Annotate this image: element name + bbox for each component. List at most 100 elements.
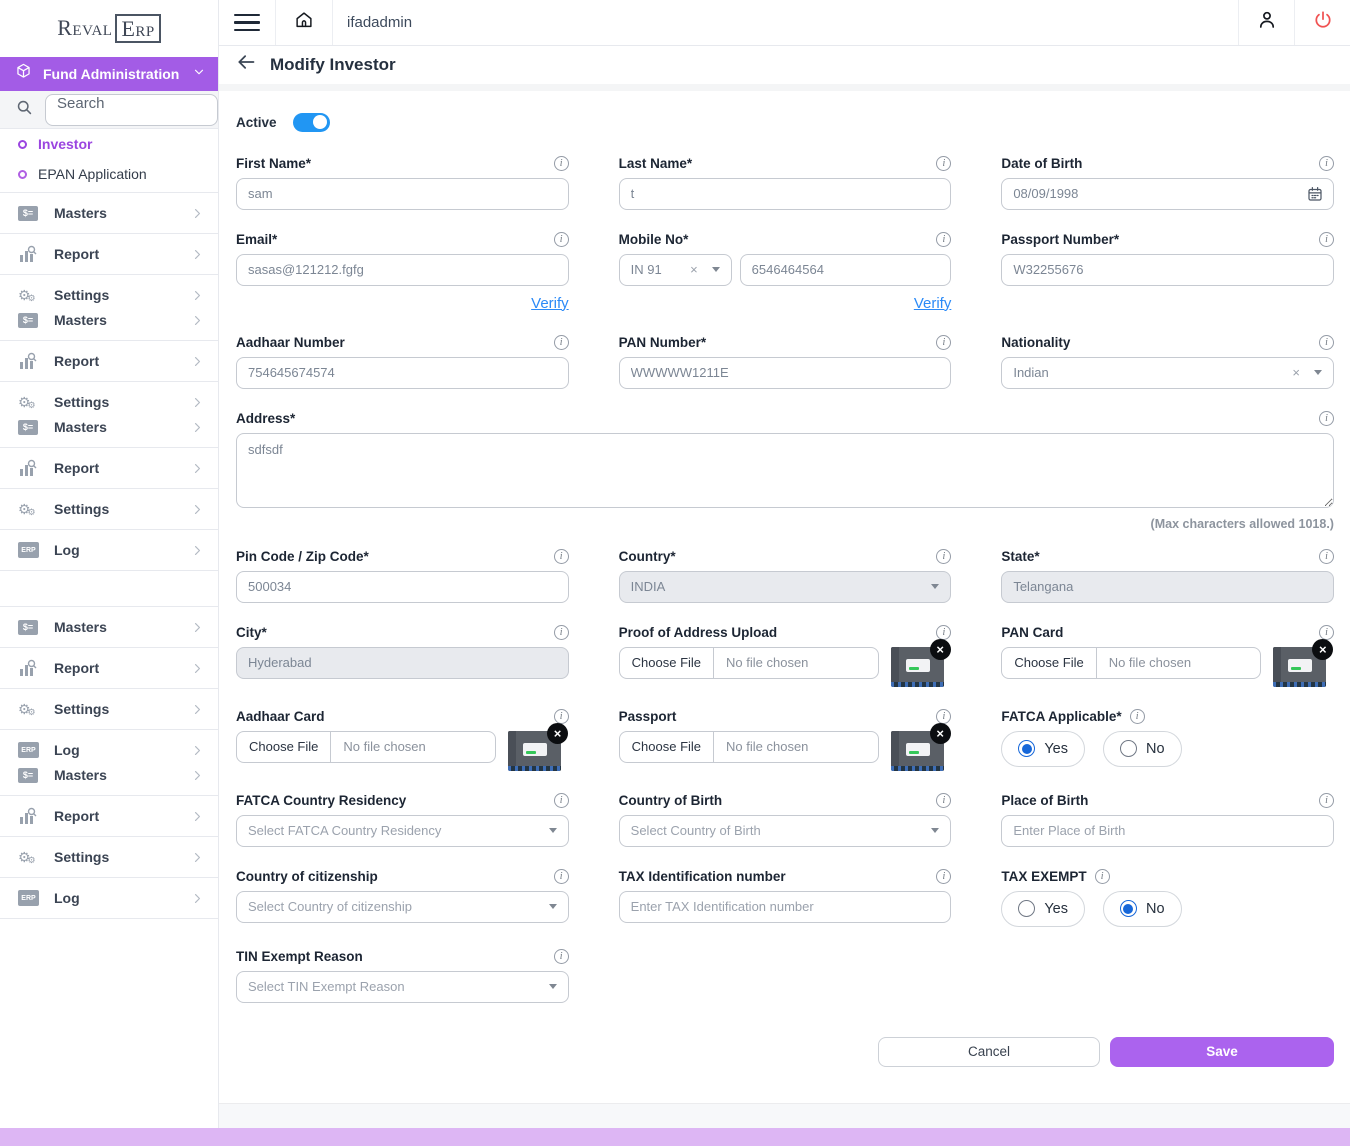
dob-input[interactable] xyxy=(1001,178,1334,210)
save-button[interactable]: Save xyxy=(1110,1037,1334,1067)
sidebar-item-log[interactable]: ERPLog xyxy=(18,539,204,561)
info-icon[interactable]: i xyxy=(554,949,569,964)
fatca-yes-radio[interactable]: Yes xyxy=(1001,731,1085,767)
hamburger-menu-button[interactable] xyxy=(219,0,276,45)
email-verify-link[interactable]: Verify xyxy=(531,295,569,312)
info-icon[interactable]: i xyxy=(936,869,951,884)
passport-thumbnail[interactable]: × xyxy=(891,731,944,771)
sidebar-item-report[interactable]: Report xyxy=(18,805,204,827)
info-icon[interactable]: i xyxy=(554,625,569,640)
info-icon[interactable]: i xyxy=(1319,549,1334,564)
sidebar-item-settings[interactable]: ⚙⚙Settings xyxy=(18,698,204,720)
sidebar-item-epan-application[interactable]: EPAN Application xyxy=(0,159,218,189)
info-icon[interactable]: i xyxy=(1319,232,1334,247)
home-button[interactable] xyxy=(276,0,333,45)
active-toggle[interactable] xyxy=(293,113,330,132)
info-icon[interactable]: i xyxy=(554,232,569,247)
tax-exempt-no-radio[interactable]: No xyxy=(1103,891,1182,927)
back-arrow-icon[interactable] xyxy=(236,52,256,77)
info-icon[interactable]: i xyxy=(554,793,569,808)
sidebar-item-settings[interactable]: ⚙⚙Settings xyxy=(18,391,204,413)
email-input[interactable] xyxy=(236,254,569,286)
passport-number-input[interactable] xyxy=(1001,254,1334,286)
fatca-no-radio[interactable]: No xyxy=(1103,731,1182,767)
sidebar-item-report[interactable]: Report xyxy=(18,350,204,372)
info-icon[interactable]: i xyxy=(936,156,951,171)
choose-file-button[interactable]: Choose File xyxy=(237,732,331,762)
pan-card-thumbnail[interactable]: × xyxy=(1273,647,1326,687)
sidebar-item-investor[interactable]: Investor xyxy=(0,129,218,159)
info-icon[interactable]: i xyxy=(554,549,569,564)
mobile-input[interactable] xyxy=(740,254,952,286)
info-icon[interactable]: i xyxy=(554,709,569,724)
place-of-birth-input[interactable] xyxy=(1001,815,1334,847)
sidebar-item-settings[interactable]: ⚙⚙Settings xyxy=(18,498,204,520)
choose-file-button[interactable]: Choose File xyxy=(620,648,714,678)
info-icon[interactable]: i xyxy=(554,156,569,171)
aadhaar-card-thumbnail[interactable]: × xyxy=(508,731,561,771)
remove-file-icon[interactable]: × xyxy=(930,723,951,744)
tin-exempt-reason-select[interactable]: Select TIN Exempt Reason xyxy=(236,971,569,1003)
passport-file-input[interactable]: Choose File No file chosen xyxy=(619,731,879,763)
last-name-input[interactable] xyxy=(619,178,952,210)
sidebar-item-log[interactable]: ERPLog xyxy=(18,739,204,761)
country-of-birth-select[interactable]: Select Country of Birth xyxy=(619,815,952,847)
pincode-input[interactable] xyxy=(236,571,569,603)
cancel-button[interactable]: Cancel xyxy=(878,1037,1100,1067)
sidebar-item-report[interactable]: Report xyxy=(18,657,204,679)
info-icon[interactable]: i xyxy=(1095,869,1110,884)
fatca-country-select[interactable]: Select FATCA Country Residency xyxy=(236,815,569,847)
choose-file-button[interactable]: Choose File xyxy=(1002,648,1096,678)
sidebar-item-masters[interactable]: $=Masters xyxy=(18,309,204,331)
module-switcher[interactable]: Fund Administration xyxy=(0,57,218,91)
info-icon[interactable]: i xyxy=(1319,335,1334,350)
clear-icon[interactable]: × xyxy=(690,262,698,277)
tin-input[interactable] xyxy=(619,891,952,923)
remove-file-icon[interactable]: × xyxy=(547,723,568,744)
aadhaar-card-file-input[interactable]: Choose File No file chosen xyxy=(236,731,496,763)
info-icon[interactable]: i xyxy=(936,709,951,724)
info-icon[interactable]: i xyxy=(554,335,569,350)
info-icon[interactable]: i xyxy=(936,793,951,808)
sidebar-item-report[interactable]: Report xyxy=(18,457,204,479)
info-icon[interactable]: i xyxy=(936,549,951,564)
tax-exempt-yes-radio[interactable]: Yes xyxy=(1001,891,1085,927)
sidebar-item-log[interactable]: ERPLog xyxy=(18,887,204,909)
mobile-verify-link[interactable]: Verify xyxy=(914,295,952,312)
sidebar-item-masters[interactable]: $=Masters xyxy=(18,202,204,224)
remove-file-icon[interactable]: × xyxy=(1312,639,1333,660)
choose-file-button[interactable]: Choose File xyxy=(620,732,714,762)
user-profile-button[interactable] xyxy=(1238,0,1294,45)
clear-icon[interactable]: × xyxy=(1292,365,1300,380)
first-name-input[interactable] xyxy=(236,178,569,210)
info-icon[interactable]: i xyxy=(1319,625,1334,640)
sidebar-item-masters[interactable]: $=Masters xyxy=(18,764,204,786)
logout-button[interactable] xyxy=(1294,0,1350,45)
info-icon[interactable]: i xyxy=(554,869,569,884)
proof-of-address-thumbnail[interactable]: × xyxy=(891,647,944,687)
country-select[interactable]: INDIA xyxy=(619,571,952,603)
info-icon[interactable]: i xyxy=(936,625,951,640)
sidebar-item-report[interactable]: Report xyxy=(18,243,204,265)
country-code-select[interactable]: IN 91 × xyxy=(619,254,732,286)
address-textarea[interactable]: sdfsdf xyxy=(236,433,1334,508)
pan-card-file-input[interactable]: Choose File No file chosen xyxy=(1001,647,1261,679)
info-icon[interactable]: i xyxy=(1319,793,1334,808)
sidebar-item-settings[interactable]: ⚙⚙Settings xyxy=(18,846,204,868)
calendar-icon[interactable] xyxy=(1306,185,1324,208)
proof-of-address-file-input[interactable]: Choose File No file chosen xyxy=(619,647,879,679)
sidebar-search[interactable]: Search xyxy=(0,91,218,129)
info-icon[interactable]: i xyxy=(1319,411,1334,426)
info-icon[interactable]: i xyxy=(1319,156,1334,171)
info-icon[interactable]: i xyxy=(936,335,951,350)
nationality-select[interactable]: Indian × xyxy=(1001,357,1334,389)
info-icon[interactable]: i xyxy=(1130,709,1145,724)
sidebar-item-settings[interactable]: ⚙⚙Settings xyxy=(18,284,204,306)
remove-file-icon[interactable]: × xyxy=(930,639,951,660)
citizenship-select[interactable]: Select Country of citizenship xyxy=(236,891,569,923)
pan-number-input[interactable] xyxy=(619,357,952,389)
aadhaar-number-input[interactable] xyxy=(236,357,569,389)
sidebar-item-masters[interactable]: $=Masters xyxy=(18,616,204,638)
sidebar-item-masters[interactable]: $=Masters xyxy=(18,416,204,438)
info-icon[interactable]: i xyxy=(936,232,951,247)
